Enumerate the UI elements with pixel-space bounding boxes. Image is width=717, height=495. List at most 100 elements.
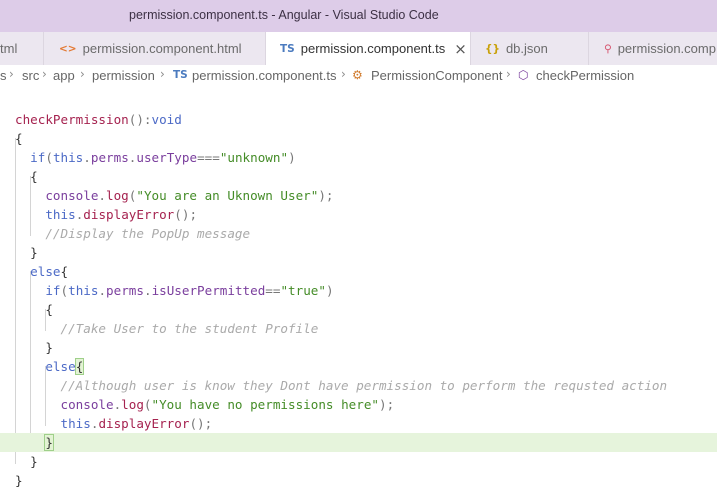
title-bar: permission.component.ts - Angular - Visu… <box>0 0 717 32</box>
code-line[interactable]: { <box>0 167 717 186</box>
code-line[interactable]: console.log("You have no permissions her… <box>0 395 717 414</box>
code-line[interactable]: this.displayError(); <box>0 414 717 433</box>
code-token: (); <box>189 416 213 431</box>
tab-label: tml <box>0 41 18 56</box>
code-line[interactable]: //Take User to the student Profile <box>0 319 717 338</box>
code-line[interactable]: else{ <box>0 262 717 281</box>
code-token: this <box>52 150 84 165</box>
typescript-file-icon: TS <box>280 42 295 55</box>
code-token: ( <box>45 150 53 165</box>
code-token: ); <box>378 397 395 412</box>
code-token: void <box>151 112 182 127</box>
code-token: { <box>74 358 85 375</box>
code-token: } <box>15 245 38 260</box>
breadcrumb-item-app[interactable]: app <box>53 68 75 83</box>
chevron-right-icon: › <box>341 67 346 81</box>
code-token: } <box>15 473 23 488</box>
code-token: userType <box>136 150 198 165</box>
breadcrumb-item-class[interactable]: PermissionComponent <box>371 68 503 83</box>
code-token: displayError <box>98 416 190 431</box>
code-line[interactable]: console.log("You are an Uknown User"); <box>0 186 717 205</box>
code-line[interactable]: if(this.perms.isUserPermitted=="true") <box>0 281 717 300</box>
breadcrumb: s › src › app › permission › TS permissi… <box>0 65 717 87</box>
tab-permission-component-html[interactable]: <> permission.component.html <box>44 32 266 65</box>
code-token: displayError <box>83 207 175 222</box>
code-token: ) <box>325 283 334 298</box>
html-file-icon: <> <box>59 42 77 55</box>
code-line[interactable]: else{ <box>0 357 717 376</box>
code-line[interactable]: if(this.perms.userType==="unknown") <box>0 148 717 167</box>
code-token: this <box>68 283 99 298</box>
code-token: (): <box>128 112 152 127</box>
code-line[interactable]: } <box>0 338 717 357</box>
code-token: . <box>98 283 107 298</box>
code-token: this <box>60 416 91 431</box>
code-line[interactable]: this.displayError(); <box>0 205 717 224</box>
tab-label: permission.component.ts <box>300 41 446 56</box>
code-token: ( <box>60 283 69 298</box>
code-token: { <box>15 302 53 317</box>
code-token: . <box>98 188 107 203</box>
breadcrumb-item-permission[interactable]: permission <box>92 68 155 83</box>
code-token: (); <box>174 207 198 222</box>
chevron-right-icon: › <box>42 67 47 81</box>
code-token: //Display the PopUp message <box>45 226 251 241</box>
chevron-right-icon: › <box>80 67 85 81</box>
code-line[interactable]: } <box>0 243 717 262</box>
code-token: ); <box>318 188 334 203</box>
code-line[interactable]: } <box>0 471 717 490</box>
code-line[interactable]: { <box>0 300 717 319</box>
code-token: { <box>60 264 69 279</box>
code-line[interactable]: } <box>0 452 717 471</box>
code-token: == <box>265 283 281 298</box>
code-editor[interactable]: checkPermission():void { if(this.perms.us… <box>0 87 717 495</box>
code-token: { <box>15 131 23 146</box>
code-token: "true" <box>280 283 326 298</box>
code-line[interactable]: } <box>0 433 717 452</box>
tab-db-json[interactable]: {} db.json <box>471 32 589 65</box>
breadcrumb-item-src[interactable]: src <box>22 68 39 83</box>
code-line[interactable]: //Display the PopUp message <box>0 224 717 243</box>
code-token: console <box>60 397 114 412</box>
code-token: perms <box>106 283 144 298</box>
code-token: //Although user is know they Dont have p… <box>60 378 668 393</box>
code-line[interactable]: { <box>0 129 717 148</box>
tab-permission-component-ts[interactable]: TS permission.component.ts × <box>266 32 471 65</box>
code-token: log <box>121 397 144 412</box>
tab-tml[interactable]: tml <box>0 32 44 65</box>
tab-permission-comp-spec[interactable]: ⚲ permission.comp <box>589 32 717 65</box>
window-title: permission.component.ts - Angular - Visu… <box>129 8 439 22</box>
typescript-file-icon: TS <box>173 69 188 81</box>
code-token: ) <box>288 150 296 165</box>
code-token: === <box>197 150 220 165</box>
code-line[interactable]: checkPermission():void <box>0 110 717 129</box>
code-token: //Take User to the student Profile <box>60 321 319 336</box>
chevron-right-icon: › <box>9 67 14 81</box>
code-token: perms <box>90 150 129 165</box>
test-file-icon: ⚲ <box>604 42 612 55</box>
code-token: . <box>143 283 152 298</box>
code-line[interactable]: //Although user is know they Dont have p… <box>0 376 717 395</box>
breadcrumb-item-file[interactable]: permission.component.ts <box>192 68 337 83</box>
code-token: } <box>44 434 54 451</box>
breadcrumb-item-method[interactable]: checkPermission <box>536 68 634 83</box>
code-token: else <box>45 359 76 374</box>
tab-label: permission.component.html <box>82 41 242 56</box>
close-icon[interactable]: × <box>454 40 467 58</box>
code-token: ( <box>143 397 152 412</box>
chevron-right-icon: › <box>160 67 165 81</box>
tab-label: permission.comp <box>617 41 716 56</box>
code-token: log <box>106 188 129 203</box>
breadcrumb-item-folder[interactable]: s <box>0 68 7 83</box>
code-token: this <box>45 207 76 222</box>
